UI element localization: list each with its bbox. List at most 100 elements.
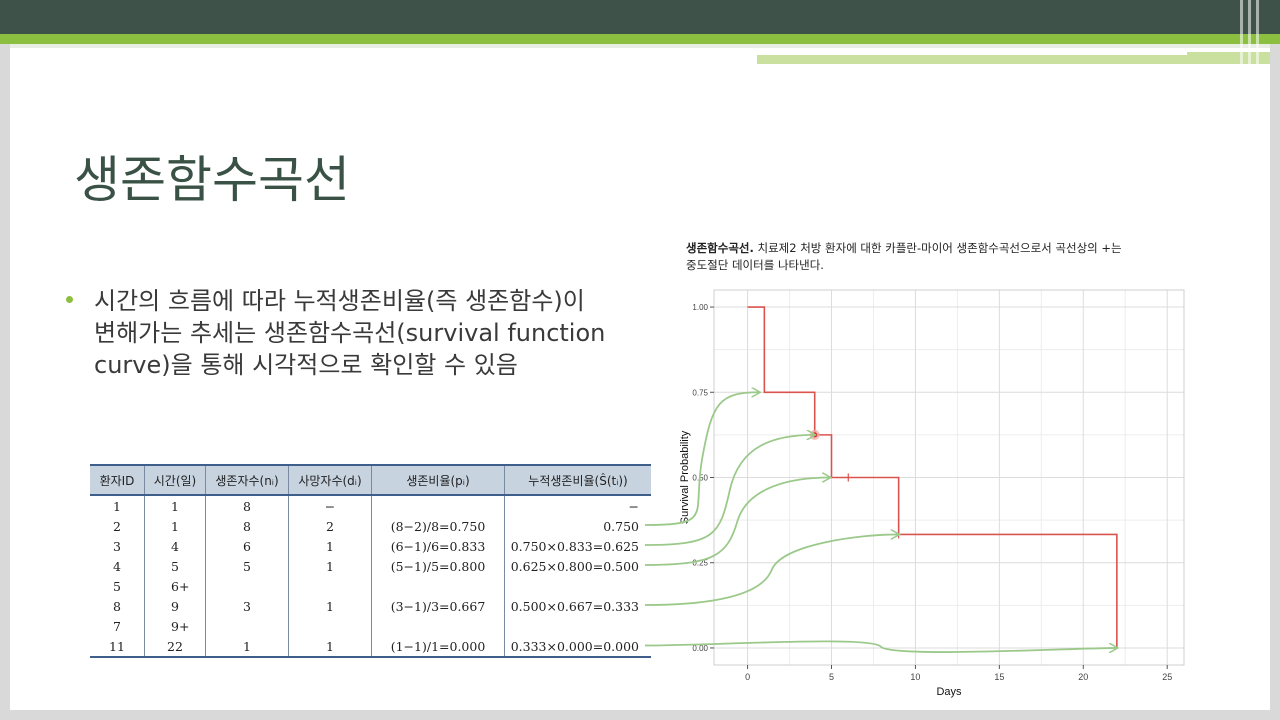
table-cell: 1 <box>288 536 372 556</box>
table-cell: − <box>288 495 372 516</box>
x-tick-label: 15 <box>994 672 1004 682</box>
x-tick-label: 5 <box>829 672 834 682</box>
slide: 생존함수곡선 시간의 흐름에 따라 누적생존비율(즉 생존함수)이 변해가는 추… <box>0 0 1280 720</box>
table-cell: 6 <box>205 536 289 556</box>
y-axis-label: Survival Probability <box>679 430 691 524</box>
table-cell: 22 <box>144 636 206 658</box>
table-cell: 1 <box>288 636 372 658</box>
table-cell: 1 <box>90 495 145 516</box>
slide-title: 생존함수곡선 <box>74 151 350 209</box>
header-band-highlight <box>757 52 1187 55</box>
table-cell <box>205 576 289 596</box>
table-row: 7 9+ <box>90 616 651 636</box>
y-tick-label: 0.00 <box>692 644 708 653</box>
bullet-line: curve)을 통해 시각적으로 확인할 수 있음 <box>94 351 518 379</box>
table-header-cell: 사망자수(dᵢ) <box>288 464 372 496</box>
header-stripe <box>1256 0 1259 64</box>
table-cell <box>371 576 505 596</box>
table-cell: 11 <box>90 636 145 658</box>
x-tick-label: 20 <box>1078 672 1088 682</box>
table-cell: 0.333×0.000=0.000 <box>504 636 651 658</box>
table-cell: 1 <box>205 636 289 658</box>
table-cell: (5−1)/5=0.800 <box>371 556 505 576</box>
table-cell: 9+ <box>144 616 206 636</box>
x-tick-label: 25 <box>1162 672 1172 682</box>
table-cell: 0.750 <box>603 518 639 534</box>
table-cell: 0.625×0.800=0.500 <box>510 558 639 574</box>
table-header-row: 환자ID 시간(일) 생존자수(nᵢ) 사망자수(dᵢ) 생존비율(pᵢ) 누적… <box>90 464 651 496</box>
table-cell: 2 <box>288 516 372 536</box>
table-cell: 8 <box>90 596 145 616</box>
table-cell: (1−1)/1=0.000 <box>371 636 505 658</box>
figure-caption: 생존함수곡선. 치료제2 처방 환자에 대한 카플란-마이어 생존함수곡선으로서… <box>686 240 1186 274</box>
table-cell: 3 <box>205 596 289 616</box>
table-cell: 4 <box>144 536 206 556</box>
bullet-dot-icon <box>66 296 73 303</box>
table-header-cell: 누적생존비율(Ŝ(tᵢ)) <box>504 464 651 496</box>
table-cell: (8−2)/8=0.750 <box>371 516 505 536</box>
table-header-cell: 생존비율(pᵢ) <box>371 464 505 496</box>
table-row: 2 1 8 2 (8−2)/8=0.750 0.750 <box>90 516 651 536</box>
table-row: 8 9 3 1 (3−1)/3=0.667 0.500×0.667=0.333 <box>90 596 651 616</box>
table-cell <box>371 616 505 636</box>
table-cell <box>505 616 652 636</box>
table-cell: 2 <box>90 516 145 536</box>
table-row: 5 6+ <box>90 576 651 596</box>
x-axis-label: Days <box>936 686 962 698</box>
header-band-shadow <box>10 44 1270 48</box>
table-row: 11 22 1 1 (1−1)/1=0.000 0.333×0.000=0.000 <box>90 636 651 658</box>
header-stripe <box>1248 0 1251 64</box>
bullet-line: 변해가는 추세는 생존함수곡선(survival function <box>94 319 606 347</box>
survival-table: 환자ID 시간(일) 생존자수(nᵢ) 사망자수(dᵢ) 생존비율(pᵢ) 누적… <box>90 464 651 658</box>
caption-text: 치료제2 처방 환자에 대한 카플란-마이어 생존함수곡선으로서 곡선상의 +는 <box>753 241 1122 255</box>
table-cell: 6+ <box>144 576 206 596</box>
table-row: 3 4 6 1 (6−1)/6=0.833 0.750×0.833=0.625 <box>90 536 651 556</box>
caption-text: 중도절단 데이터를 나타낸다. <box>686 258 824 272</box>
highlight-point <box>812 432 818 438</box>
table-row: 4 5 5 1 (5−1)/5=0.800 0.625×0.800=0.500 <box>90 556 651 576</box>
table-cell <box>288 616 372 636</box>
table-cell: 1 <box>288 556 372 576</box>
header-band-dark <box>0 0 1280 34</box>
y-tick-label: 0.50 <box>692 474 708 483</box>
bullet-text: 시간의 흐름에 따라 누적생존비율(즉 생존함수)이 변해가는 추세는 생존함수… <box>94 285 654 381</box>
table-cell: 8 <box>205 516 289 536</box>
slide-border-right <box>1270 44 1280 720</box>
caption-label: 생존함수곡선. <box>686 241 754 255</box>
table-row: 1 1 8− − <box>90 495 651 516</box>
slide-border-left <box>0 44 10 720</box>
y-tick-label: 0.75 <box>692 388 708 397</box>
y-tick-label: 0.25 <box>692 559 708 568</box>
table-cell: (3−1)/3=0.667 <box>371 596 505 616</box>
table-cell: 1 <box>288 596 372 616</box>
chart-grid <box>714 290 1184 665</box>
table-cell: 0.500×0.667=0.333 <box>510 598 639 614</box>
table-cell: 3 <box>90 536 145 556</box>
table-cell: 4 <box>90 556 145 576</box>
table-cell: 5 <box>144 556 206 576</box>
table-cell: (6−1)/6=0.833 <box>371 536 505 556</box>
table-cell: 8 <box>205 495 289 516</box>
table-cell: 7 <box>90 616 145 636</box>
y-tick-label: 1.00 <box>692 303 708 312</box>
x-tick-label: 10 <box>910 672 920 682</box>
x-tick-label: 0 <box>745 672 750 682</box>
table-cell: 1 <box>144 495 206 516</box>
table-header-cell: 환자ID <box>90 464 145 496</box>
survival-chart: 0 5 10 15 20 25 0.00 0.25 0.50 0.75 1.00 Days Surv… <box>679 289 1185 698</box>
table-header-cell: 시간(일) <box>144 464 206 496</box>
table-cell: 1 <box>144 516 206 536</box>
table-cell: 9 <box>144 596 206 616</box>
table-cell <box>371 495 505 516</box>
table-cell: 0.750×0.833=0.625 <box>510 538 639 554</box>
table-cell: − <box>628 498 639 514</box>
slide-border-bottom <box>0 710 1280 720</box>
table-cell <box>505 576 652 596</box>
table-header-cell: 생존자수(nᵢ) <box>205 464 289 496</box>
table-cell: 5 <box>205 556 289 576</box>
header-band-green <box>0 34 1280 44</box>
bullet-line: 시간의 흐름에 따라 누적생존비율(즉 생존함수)이 <box>94 287 585 315</box>
table-cell <box>205 616 289 636</box>
table-cell <box>288 576 372 596</box>
table-cell: 5 <box>90 576 145 596</box>
